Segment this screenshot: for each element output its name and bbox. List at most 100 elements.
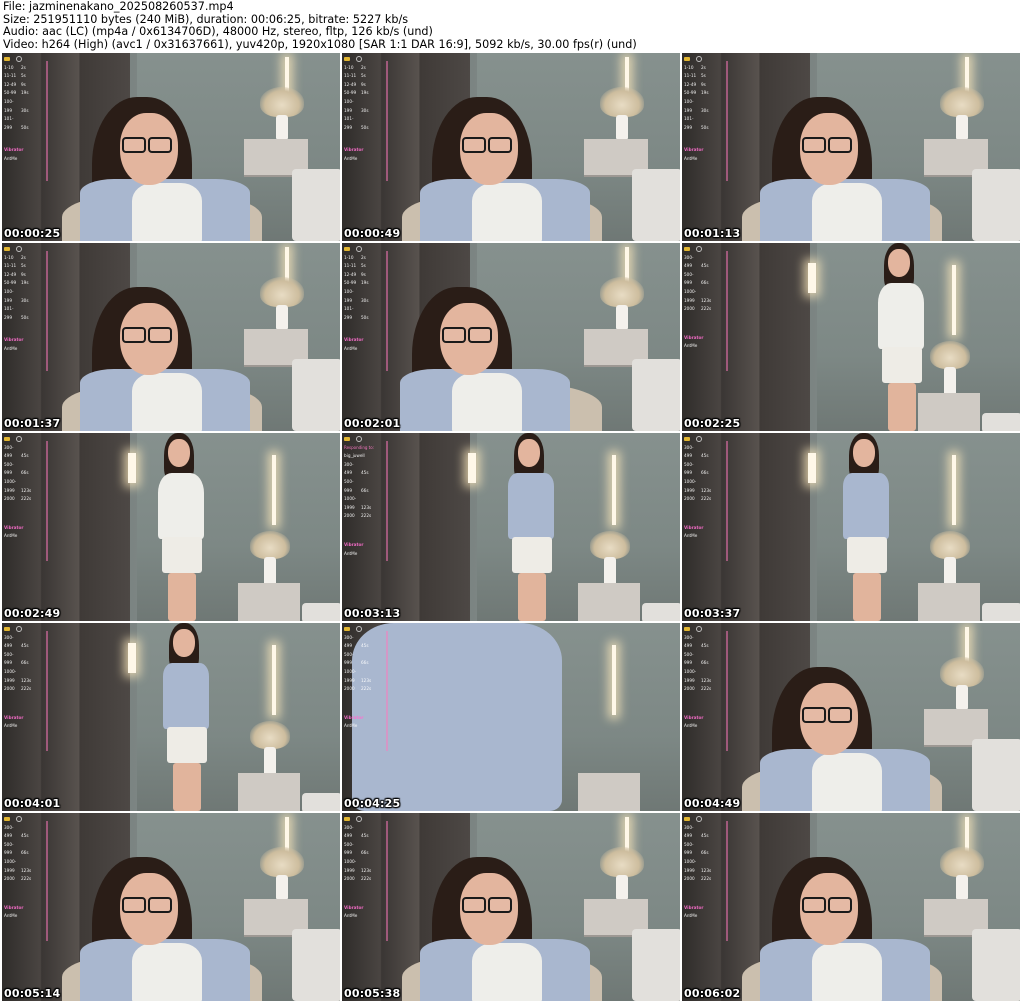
overlay-sub-label: AntMe [4, 913, 18, 919]
tip-duration: 50s [21, 314, 29, 320]
torso [158, 473, 204, 539]
tip-menu-row: 12-49 9s [4, 271, 48, 280]
tip-menu-overlay: 300-499 45s 500-999 66s 1000-1999 123s 2000 222… [344, 815, 388, 941]
tip-duration: 66s [361, 487, 369, 493]
tip-duration: 45s [361, 470, 369, 476]
overlay-sub-label: AntMe [344, 550, 358, 556]
vibrator-tag: Vibrator [4, 147, 24, 153]
tip-duration: 66s [21, 850, 29, 856]
vase [264, 747, 276, 775]
tip-range: 500-999 [4, 841, 14, 856]
tip-range: 2000 [4, 496, 15, 502]
tip-duration: 45s [21, 833, 29, 839]
tip-duration: 5s [21, 73, 26, 79]
wall-lamp [952, 455, 956, 525]
coin-icon [344, 817, 350, 821]
tip-menu-row: 300-499 45s [4, 634, 48, 651]
tip-menu-overlay: 300-499 45s 500-999 66s 1000-1999 123s 2000 222… [684, 815, 728, 941]
tip-menu-overlay: 1-10 2s 11-11 5s 12-49 9s 50-99 19s 100-199 30s 10… [344, 245, 388, 371]
video-thumbnail: 1-10 2s 11-11 5s 12-49 9s 50-99 19s 100-199 30s 10… [2, 53, 340, 241]
top [132, 943, 202, 1001]
tip-duration: 123s [361, 677, 372, 683]
glasses [468, 327, 492, 343]
tip-range: 300-499 [4, 824, 14, 839]
timer-icon [356, 626, 362, 632]
overlay-sub-label: AntMe [4, 345, 18, 351]
tip-menu-row: 101-299 50s [4, 115, 48, 132]
tip-duration: 45s [21, 453, 29, 459]
tip-menu-row: 2000 222s [684, 875, 728, 884]
tip-duration: 66s [701, 280, 709, 286]
tip-range: 300-499 [684, 634, 694, 649]
coin-icon [684, 57, 690, 61]
tip-duration: 19s [21, 280, 29, 286]
overlay-sub-label: AntMe [344, 155, 358, 161]
overlay-sub-label: AntMe [684, 343, 698, 349]
tip-duration: 123s [701, 867, 712, 873]
video-thumbnail: 300-499 45s 500-999 66s 1000-1999 123s 2000 222… [2, 813, 340, 1001]
tip-range: 100-199 [344, 98, 354, 113]
shorts [162, 537, 202, 573]
overlay-icons-row [4, 55, 48, 64]
tip-duration: 19s [361, 90, 369, 96]
coin-icon [344, 247, 350, 251]
bed [982, 413, 1020, 431]
tip-menu-row: 2000 222s [344, 512, 388, 521]
tip-menu-row: 2000 222s [684, 305, 728, 314]
glasses [442, 327, 466, 343]
bed [982, 603, 1020, 621]
coin-icon [344, 437, 350, 441]
tip-range: 500-999 [684, 271, 694, 286]
vibrator-tag: Vibrator [344, 147, 364, 153]
overlay-accent-bar [386, 251, 388, 371]
thumbnail-timestamp: 00:03:37 [684, 607, 741, 620]
pampas-grass [930, 341, 970, 369]
glasses [148, 897, 172, 913]
vibrator-tag: Vibrator [684, 334, 704, 340]
video-thumbnail: 300-499 45s 500-999 66s 1000-1999 123s 2000 222… [342, 813, 680, 1001]
tip-duration: 222s [361, 686, 372, 692]
tip-menu-row: 300-499 45s [684, 634, 728, 651]
tip-duration: 222s [701, 306, 712, 312]
shorts [882, 347, 922, 383]
pampas-grass [250, 721, 290, 749]
tip-menu-row: 100-199 30s [344, 98, 388, 115]
thumbnail-timestamp: 00:04:01 [4, 797, 61, 810]
tip-menu-overlay: 1-10 2s 11-11 5s 12-49 9s 50-99 19s 100-199 30s 10… [4, 245, 48, 371]
tip-menu-overlay: Responding to: big_juwell 300-499 45s 500-99… [344, 435, 388, 561]
top [452, 373, 522, 431]
vibrator-tag: Vibrator [684, 524, 704, 530]
top [812, 183, 882, 241]
overlay-icons-row [344, 625, 388, 634]
glasses [488, 137, 512, 153]
pampas-grass [600, 847, 644, 877]
file-size-line: Size: 251951110 bytes (240 MiB), duratio… [3, 13, 409, 26]
legs [168, 573, 196, 621]
bed [632, 929, 680, 1001]
tip-menu-row: 11-11 5s [4, 72, 48, 81]
overlay-icons-row [684, 435, 728, 444]
audio-info-line: Audio: aac (LC) (mp4a / 0x6134706D), 480… [3, 26, 433, 39]
file-name-line: File: jazminenakano_202508260537.mp4 [3, 1, 234, 13]
tip-range: 300-499 [344, 461, 354, 476]
wall-lamp [272, 645, 276, 715]
timer-icon [696, 436, 702, 442]
vase [956, 115, 968, 139]
torso [163, 663, 209, 729]
tip-duration: 50s [361, 124, 369, 130]
tip-duration: 123s [21, 867, 32, 873]
tip-menu-row: 500-999 66s [684, 461, 728, 478]
pampas-grass [260, 847, 304, 877]
tip-range: 1000-1999 [684, 288, 697, 303]
tip-menu-row: 1000-1999 123s [4, 478, 48, 495]
tip-menu-row: 12-49 9s [4, 81, 48, 90]
bed [302, 793, 340, 811]
tip-range: 50-99 [344, 280, 357, 286]
tip-range: 500-999 [684, 651, 694, 666]
tip-duration: 66s [21, 660, 29, 666]
tip-duration: 50s [21, 124, 29, 130]
tip-duration: 123s [701, 487, 712, 493]
tip-menu-row: 101-299 50s [4, 305, 48, 322]
tip-range: 11-11 [4, 73, 17, 79]
tip-duration: 222s [701, 686, 712, 692]
